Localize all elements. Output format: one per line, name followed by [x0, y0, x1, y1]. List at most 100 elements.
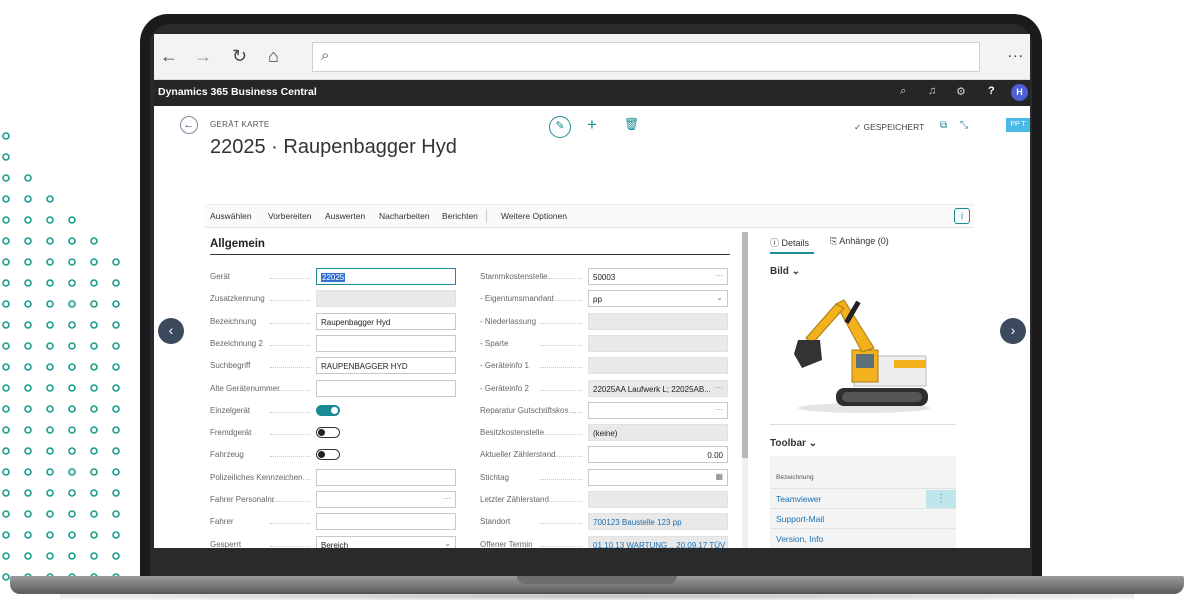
tab-details-label: Details	[781, 238, 810, 248]
address-bar[interactable]: ⌕	[312, 42, 980, 72]
carousel-next-button[interactable]: ›	[1000, 318, 1026, 344]
decorative-dot	[90, 237, 98, 245]
decorative-dot	[112, 321, 120, 329]
field-input[interactable]: 700123 Baustelle 123 pp	[588, 513, 728, 531]
refresh-icon[interactable]: ↻	[232, 46, 247, 66]
decorative-dot	[68, 405, 76, 413]
open-new-window-icon[interactable]: ⧉	[940, 120, 947, 131]
bild-heading[interactable]: Bild ⌄	[770, 266, 800, 277]
field-label: - Sparte	[480, 338, 509, 348]
field-input[interactable]	[316, 334, 456, 352]
decorative-dot	[46, 195, 54, 203]
table-row[interactable]: Teamviewer ⋮	[770, 488, 956, 508]
field-input[interactable]: 50003 ···	[588, 268, 728, 285]
toggle-switch[interactable]	[316, 404, 340, 416]
excavator-image	[794, 299, 930, 413]
toolbar-item-version-info[interactable]: Version, Info	[776, 534, 823, 544]
decorative-dot	[68, 258, 76, 266]
action-weitere-optionen[interactable]: Weitere Optionen	[501, 211, 567, 221]
field-input[interactable]	[316, 468, 456, 486]
info-icon[interactable]: i	[954, 208, 970, 224]
decorative-dot	[2, 468, 10, 476]
action-auswaehlen[interactable]: Auswählen	[210, 211, 252, 221]
tab-details[interactable]: ⓘ Details	[770, 236, 809, 249]
field-input[interactable]: 0.00	[588, 446, 728, 464]
label-leader	[540, 322, 582, 324]
table-row[interactable]: Version, Info	[770, 528, 956, 548]
field-input[interactable]: Raupenbagger Hyd	[316, 312, 456, 330]
calendar-icon[interactable]: ▦	[715, 472, 723, 481]
field-row: Aktueller Zählerstand 0.00	[480, 446, 730, 464]
decorative-dot	[46, 384, 54, 392]
label-leader	[540, 278, 582, 279]
carousel-prev-button[interactable]: ‹	[158, 318, 184, 344]
search-icon[interactable]: ⌕	[900, 85, 906, 98]
label-leader	[270, 344, 310, 346]
toolbar-heading[interactable]: Toolbar ⌄	[770, 438, 817, 449]
chevron-down-icon[interactable]: ⌄	[716, 293, 723, 302]
field-input[interactable]: 22025	[316, 268, 456, 285]
avatar[interactable]: H	[1011, 84, 1028, 101]
toggle-switch[interactable]	[316, 427, 340, 439]
forward-arrow-icon[interactable]: →	[194, 46, 212, 66]
field-input[interactable]: pp ⌄	[588, 290, 728, 308]
field-input[interactable]: 01.10.13 WARTUNG .. 20.09.17 TÜV	[588, 535, 728, 548]
field-value: 50003	[593, 273, 616, 282]
decorative-dot	[90, 258, 98, 266]
browser-toolbar: ← → ↻ ⌂ ⌕ ...	[154, 34, 1030, 80]
decorative-dot	[112, 384, 120, 392]
company-badge[interactable]: PP T	[1006, 118, 1030, 132]
edit-pencil-icon[interactable]: ✎	[549, 116, 571, 138]
field-input[interactable]	[316, 513, 456, 531]
field-input[interactable]: 22025AA Laufwerk L; 22025AB... ···	[588, 379, 728, 397]
toggle-switch[interactable]	[316, 449, 340, 461]
field-label: Letzter Zählerstand	[480, 495, 549, 504]
browser-more-button[interactable]: ...	[1008, 44, 1024, 62]
toolbar-item-teamviewer[interactable]: Teamviewer	[776, 494, 821, 504]
field-input[interactable]	[316, 379, 456, 397]
toolbar-item-support-mail[interactable]: Support-Mail	[776, 514, 824, 524]
decorative-dot	[2, 405, 10, 413]
page-back-icon[interactable]: ←	[180, 116, 198, 134]
decorative-dot	[24, 552, 32, 560]
chevron-down-icon[interactable]: ⌄	[444, 539, 451, 548]
action-auswerten[interactable]: Auswerten	[325, 211, 365, 221]
action-berichten[interactable]: Berichten	[442, 211, 478, 221]
field-input	[588, 334, 728, 352]
field-input[interactable]: ▦	[588, 468, 728, 486]
delete-trash-icon[interactable]: 🗑	[624, 117, 639, 131]
field-row: Fahrzeug	[210, 446, 460, 464]
decorative-dot	[112, 300, 120, 308]
field-label: - Niederlassung	[480, 316, 537, 326]
field-input[interactable]: ···	[316, 491, 456, 508]
field-input[interactable]: ···	[588, 401, 728, 419]
field-label: Einzelgerät	[210, 405, 251, 415]
lookup-ellipsis-icon[interactable]: ···	[715, 383, 723, 392]
gear-icon[interactable]: ⚙	[956, 85, 966, 98]
action-vorbereiten[interactable]: Vorbereiten	[268, 211, 311, 221]
label-leader	[270, 545, 310, 547]
decorative-dot	[112, 258, 120, 266]
decorative-dot	[24, 216, 32, 224]
lookup-ellipsis-icon[interactable]: ···	[715, 405, 723, 414]
back-arrow-icon[interactable]: ←	[160, 46, 178, 66]
field-label: Bezeichnung 2	[210, 338, 263, 348]
decorative-dot	[46, 510, 54, 518]
action-nacharbeiten[interactable]: Nacharbeiten	[379, 211, 430, 221]
field-value: 01.10.13 WARTUNG .. 20.09.17 TÜV	[593, 540, 726, 548]
table-row[interactable]: Support-Mail	[770, 508, 956, 528]
help-icon[interactable]: ?	[988, 85, 995, 97]
field-input[interactable]: RAUPENBAGGER HYD	[316, 357, 456, 375]
row-more-icon[interactable]: ⋮	[926, 490, 956, 508]
lookup-ellipsis-icon[interactable]: ···	[443, 494, 451, 503]
bell-icon[interactable]: ♫	[928, 85, 936, 97]
collapse-icon[interactable]: ⤡	[960, 120, 968, 131]
form-scrollbar-thumb[interactable]	[742, 232, 748, 458]
field-input[interactable]: Bereich ⌄	[316, 535, 456, 548]
new-plus-icon[interactable]: +	[587, 115, 597, 135]
field-row: Fahrer Personalnr. ···	[210, 491, 460, 509]
decorative-dot	[68, 447, 76, 455]
home-icon[interactable]: ⌂	[268, 46, 279, 66]
tab-attachments[interactable]: ⎘ Anhänge (0)	[830, 236, 889, 247]
lookup-ellipsis-icon[interactable]: ···	[715, 271, 723, 280]
